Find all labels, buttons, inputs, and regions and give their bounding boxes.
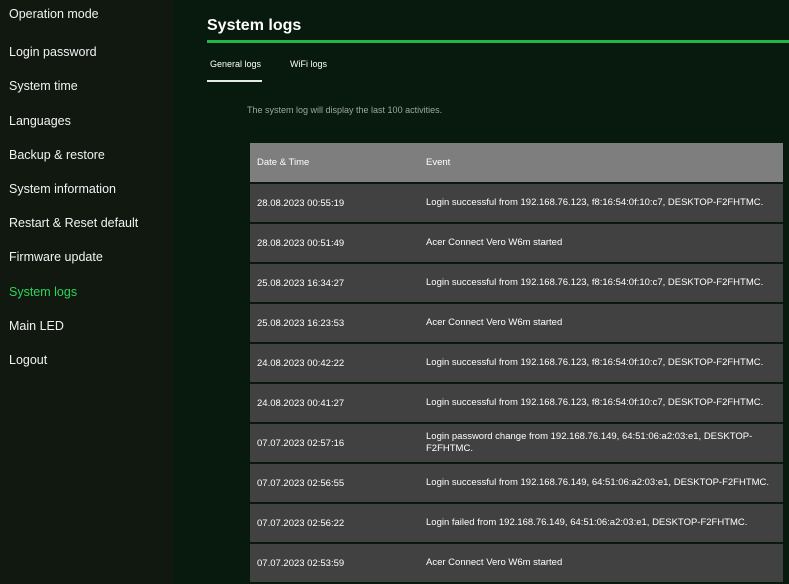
- row-datetime: 28.08.2023 00:55:19: [257, 197, 345, 209]
- row-datetime: 25.08.2023 16:23:53: [257, 317, 345, 329]
- row-event: Login successful from 192.168.76.149, 64…: [426, 477, 770, 488]
- sidebar-item-system-information[interactable]: System information: [9, 182, 116, 196]
- sidebar-item-system-time[interactable]: System time: [9, 79, 78, 93]
- row-event: Login failed from 192.168.76.149, 64:51:…: [426, 517, 748, 528]
- tab-wifi-logs[interactable]: WiFi logs: [290, 59, 327, 69]
- sidebar-item-operation-mode[interactable]: Operation mode: [9, 7, 99, 21]
- sidebar: Operation mode Login password System tim…: [0, 0, 173, 584]
- row-datetime: 07.07.2023 02:57:16: [257, 437, 345, 449]
- sidebar-item-logout[interactable]: Logout: [9, 353, 47, 367]
- row-datetime: 07.07.2023 02:56:22: [257, 517, 345, 529]
- sidebar-item-main-led[interactable]: Main LED: [9, 319, 64, 333]
- sidebar-item-languages[interactable]: Languages: [9, 114, 71, 128]
- table-row: 24.08.2023 00:42:22 Login successful fro…: [250, 344, 783, 382]
- table-header: Date & Time Event: [250, 143, 783, 182]
- table-row: 07.07.2023 02:53:59 Acer Connect Vero W6…: [250, 544, 783, 582]
- row-event: Acer Connect Vero W6m started: [426, 317, 563, 328]
- sidebar-item-restart-reset[interactable]: Restart & Reset default: [9, 216, 138, 230]
- table-row: 07.07.2023 02:56:22 Login failed from 19…: [250, 504, 783, 542]
- column-header-datetime: Date & Time: [257, 157, 310, 168]
- sidebar-item-system-logs[interactable]: System logs: [9, 285, 77, 299]
- sidebar-item-firmware-update[interactable]: Firmware update: [9, 250, 103, 264]
- row-event: Login successful from 192.168.76.123, f8…: [426, 397, 764, 408]
- column-header-event: Event: [426, 156, 451, 168]
- log-info-text: The system log will display the last 100…: [247, 105, 443, 115]
- sidebar-item-login-password[interactable]: Login password: [9, 45, 97, 59]
- tab-general-logs[interactable]: General logs: [210, 59, 261, 69]
- row-datetime: 25.08.2023 16:34:27: [257, 277, 345, 289]
- row-event: Login successful from 192.168.76.123, f8…: [426, 357, 764, 368]
- log-table: Date & Time Event 28.08.2023 00:55:19 Lo…: [250, 143, 783, 582]
- table-row: 07.07.2023 02:56:55 Login successful fro…: [250, 464, 783, 502]
- row-datetime: 07.07.2023 02:53:59: [257, 557, 345, 569]
- table-row: 25.08.2023 16:23:53 Acer Connect Vero W6…: [250, 304, 783, 342]
- sidebar-item-backup-restore[interactable]: Backup & restore: [9, 148, 105, 162]
- table-row: 24.08.2023 00:41:27 Login successful fro…: [250, 384, 783, 422]
- table-row: 28.08.2023 00:51:49 Acer Connect Vero W6…: [250, 224, 783, 262]
- row-event: Acer Connect Vero W6m started: [426, 237, 563, 248]
- row-datetime: 24.08.2023 00:41:27: [257, 397, 345, 409]
- table-row: 25.08.2023 16:34:27 Login successful fro…: [250, 264, 783, 302]
- table-row: 28.08.2023 00:55:19 Login successful fro…: [250, 184, 783, 222]
- row-event: Login successful from 192.168.76.123, f8…: [426, 197, 764, 208]
- title-divider: [207, 40, 789, 43]
- table-row: 07.07.2023 02:57:16 Login password chang…: [250, 424, 783, 462]
- active-tab-indicator: [207, 80, 262, 82]
- row-event: Login successful from 192.168.76.123, f8…: [426, 277, 764, 288]
- row-datetime: 28.08.2023 00:51:49: [257, 237, 345, 249]
- row-datetime: 07.07.2023 02:56:55: [257, 477, 345, 489]
- page-title: System logs: [207, 17, 302, 34]
- main-panel: System logs General logs WiFi logs The s…: [173, 0, 789, 584]
- row-event: Acer Connect Vero W6m started: [426, 557, 563, 568]
- row-event: Login password change from 192.168.76.14…: [426, 431, 753, 454]
- row-datetime: 24.08.2023 00:42:22: [257, 357, 345, 369]
